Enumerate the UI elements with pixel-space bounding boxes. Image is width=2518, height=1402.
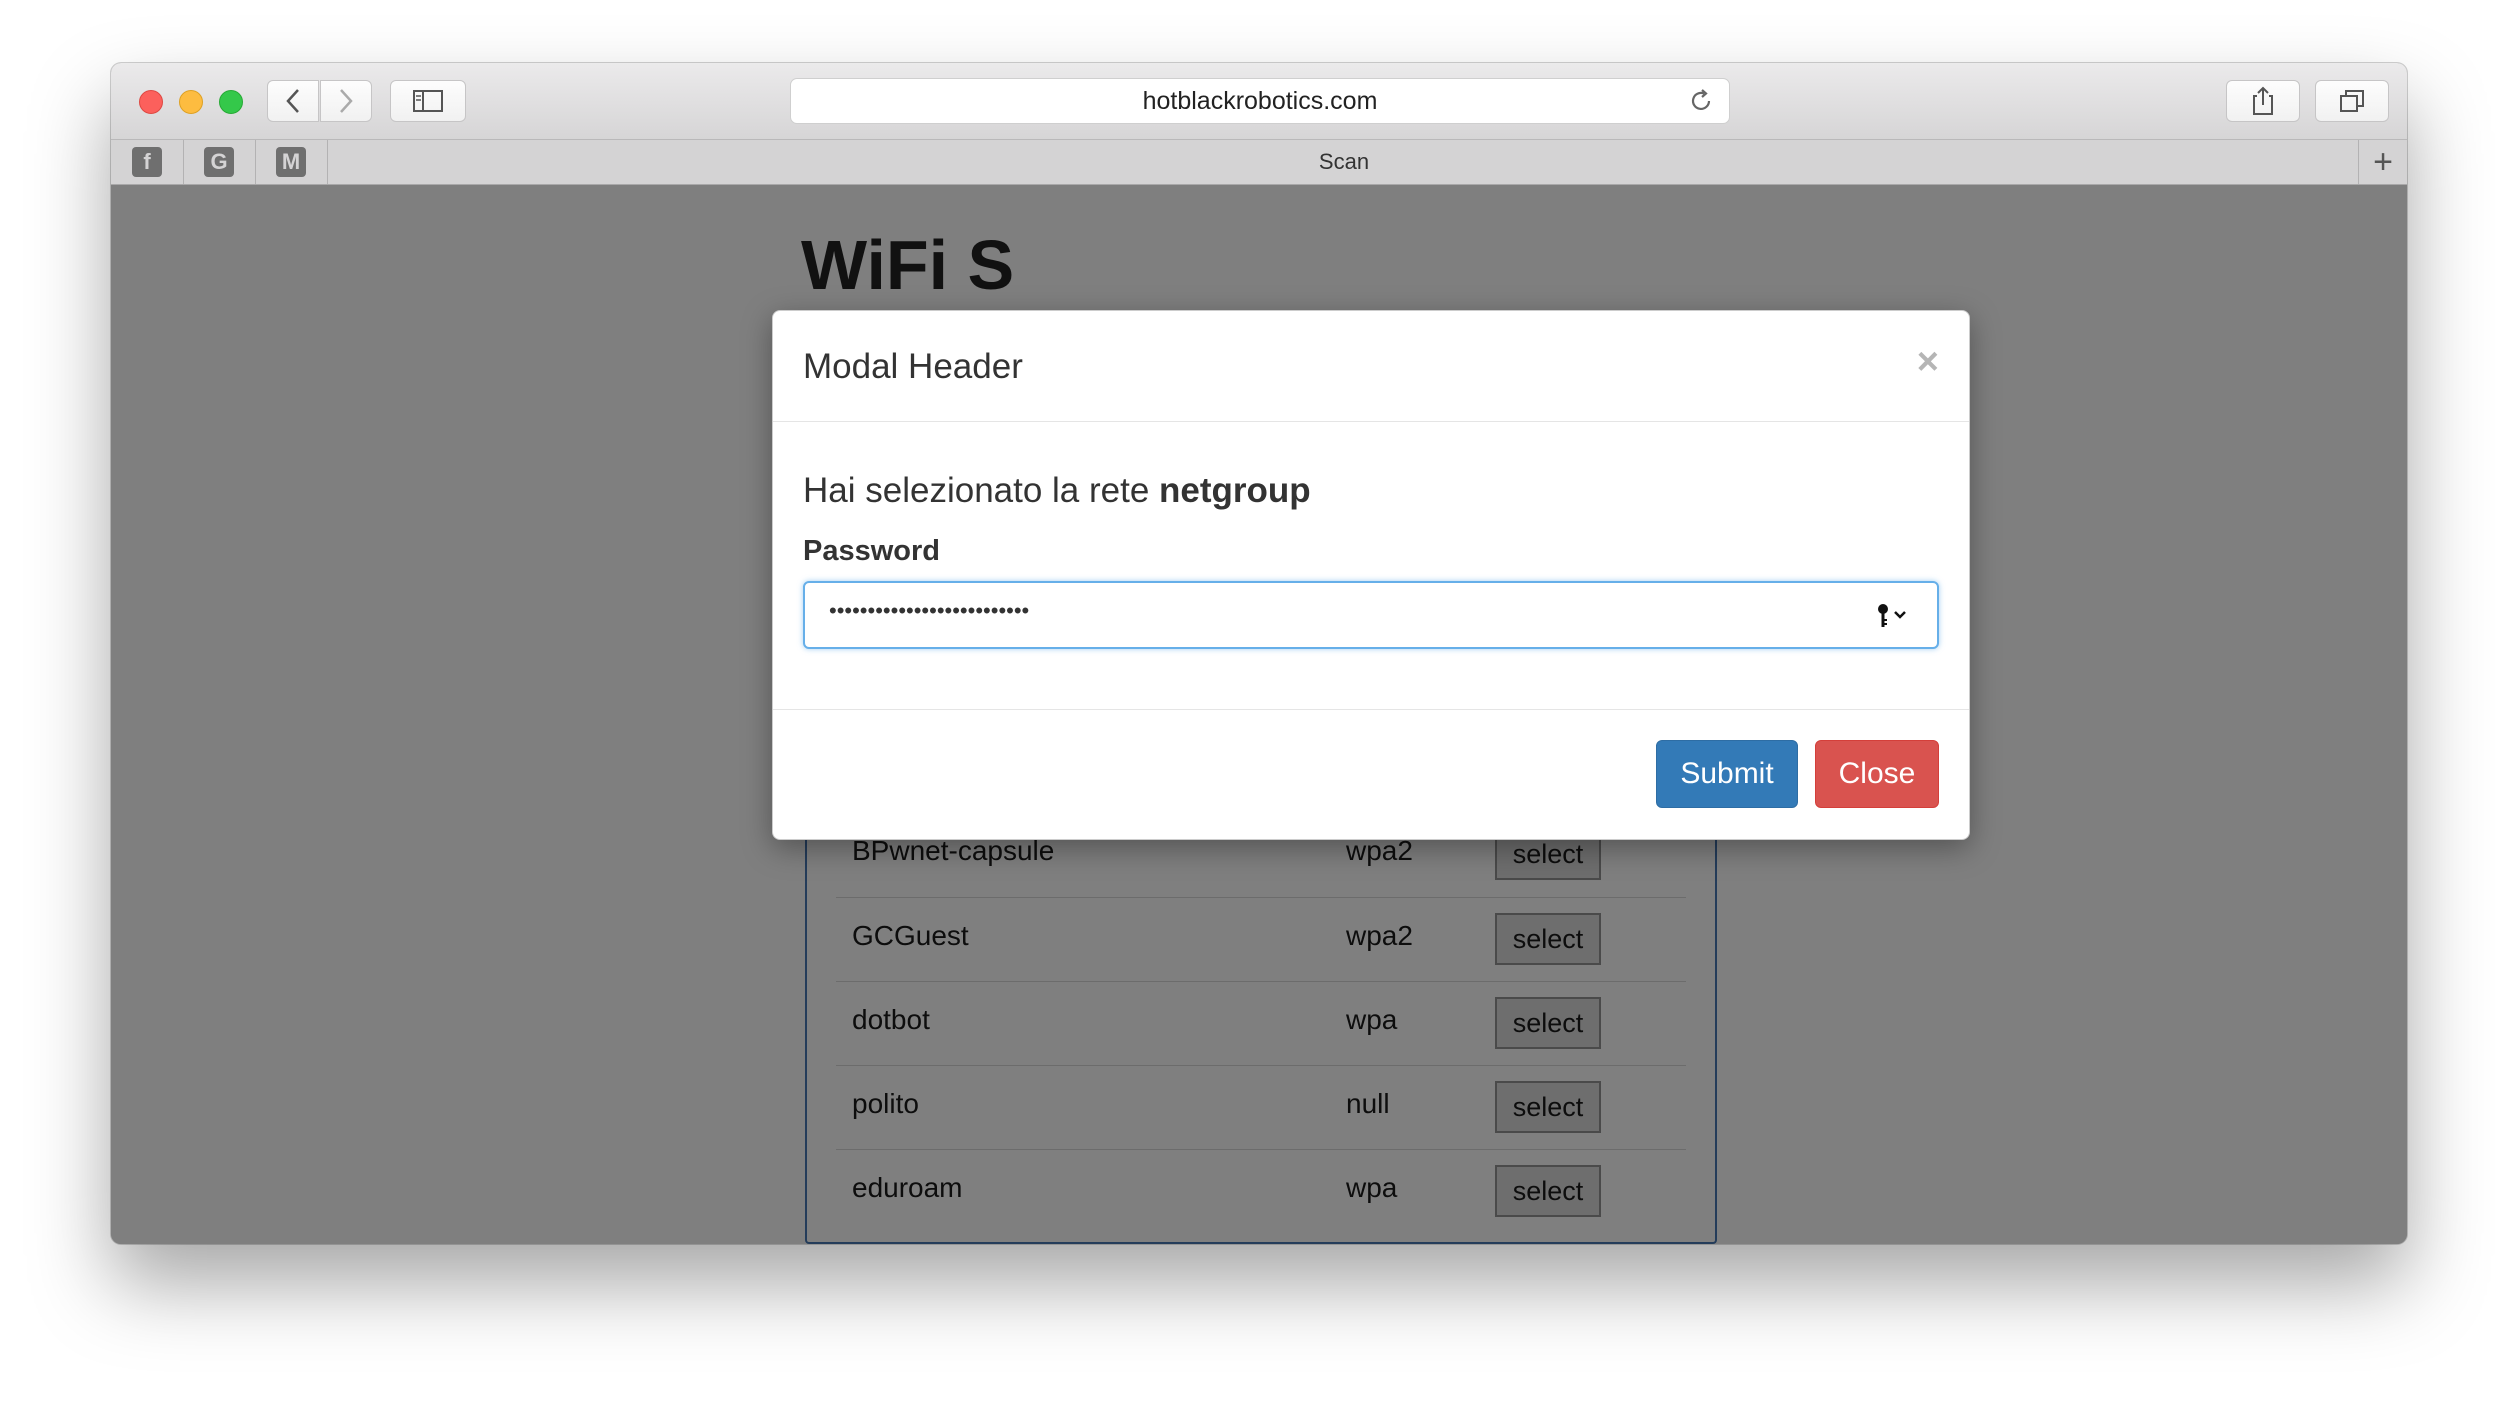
chevron-left-icon — [286, 89, 299, 113]
network-name: polito — [852, 1088, 919, 1119]
window-minimize-button[interactable] — [179, 90, 203, 114]
facebook-icon: f — [132, 147, 162, 177]
address-bar[interactable]: hotblackrobotics.com — [790, 78, 1730, 124]
modal-header: Modal Header × — [773, 311, 1969, 422]
share-icon — [2253, 86, 2273, 115]
select-button[interactable]: select — [1495, 997, 1601, 1049]
window-maximize-button[interactable] — [219, 90, 243, 114]
close-button[interactable]: Close — [1815, 740, 1939, 808]
share-button[interactable] — [2226, 80, 2300, 122]
network-name: dotbot — [852, 1004, 930, 1035]
modal-title: Modal Header — [803, 347, 1023, 386]
password-mask: •••••••••••••••••••••••••• — [829, 598, 1030, 623]
network-name: GCGuest — [852, 920, 969, 951]
table-row: dotbot wpa select — [836, 981, 1686, 1066]
submit-button[interactable]: Submit — [1656, 740, 1798, 808]
favorite-m[interactable]: M — [255, 140, 328, 184]
network-security: null — [1346, 1088, 1390, 1119]
tab-scan[interactable]: Scan — [329, 140, 2359, 184]
browser-window: hotblackrobotics.com f G M Scan + WiFi S… — [111, 63, 2407, 1244]
password-label: Password — [803, 535, 940, 567]
sidebar-toggle-button[interactable] — [390, 80, 466, 122]
network-security: wpa — [1346, 1172, 1398, 1203]
select-button[interactable]: select — [1495, 1081, 1601, 1133]
favorite-g[interactable]: G — [183, 140, 256, 184]
network-security: wpa2 — [1346, 920, 1413, 951]
table-row: polito null select — [836, 1065, 1686, 1150]
browser-toolbar: hotblackrobotics.com — [111, 63, 2407, 140]
network-security: wpa — [1346, 1004, 1398, 1035]
show-tabs-button[interactable] — [2315, 80, 2389, 122]
table-row: GCGuest wpa2 select — [836, 897, 1686, 982]
new-tab-button[interactable]: + — [2358, 140, 2407, 184]
favorite-facebook[interactable]: f — [111, 140, 184, 184]
favorite-m-label: M — [276, 147, 306, 177]
url-text: hotblackrobotics.com — [1142, 86, 1378, 115]
select-button[interactable]: select — [1495, 913, 1601, 965]
password-field[interactable]: •••••••••••••••••••••••••• — [803, 581, 1939, 649]
forward-button[interactable] — [320, 80, 372, 122]
favorite-g-label: G — [204, 147, 234, 177]
network-name: eduroam — [852, 1172, 963, 1203]
modal-close-icon[interactable]: × — [1917, 341, 1939, 384]
selected-network-message: Hai selezionato la rete netgroup — [803, 471, 1311, 511]
select-button[interactable]: select — [1495, 1165, 1601, 1217]
sidebar-icon — [413, 90, 443, 112]
message-prefix: Hai selezionato la rete — [803, 471, 1150, 510]
table-row: eduroam wpa select — [836, 1149, 1686, 1234]
modal-footer: Submit Close — [773, 709, 1969, 841]
password-modal: Modal Header × Hai selezionato la rete n… — [772, 310, 1970, 840]
selected-network-name: netgroup — [1159, 471, 1311, 510]
reload-icon[interactable] — [1689, 88, 1715, 114]
chevron-right-icon — [340, 89, 353, 113]
key-icon[interactable] — [1875, 601, 1911, 631]
window-close-button[interactable] — [139, 90, 163, 114]
plus-icon: + — [2373, 142, 2393, 181]
page-title: WiFi S — [801, 226, 1015, 304]
back-button[interactable] — [267, 80, 319, 122]
tabs-icon — [2340, 90, 2364, 112]
